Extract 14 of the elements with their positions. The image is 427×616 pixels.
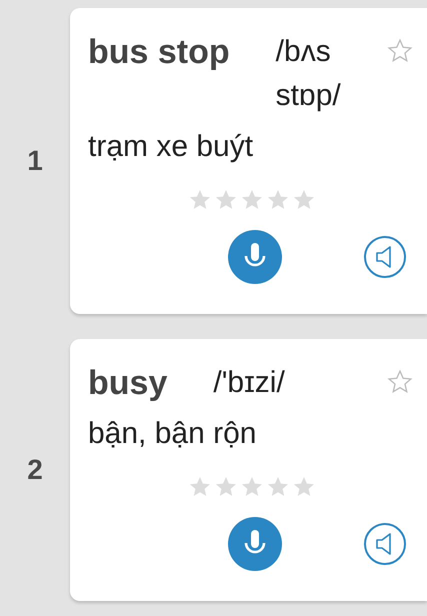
word-text: busy [88,363,168,404]
meaning-text: trạm xe buýt [88,129,254,165]
favorite-star-icon[interactable] [387,38,413,64]
phonetic-text: /'bɪzi/ [213,365,286,401]
microphone-button[interactable] [228,517,282,571]
favorite-star-icon[interactable] [387,369,413,395]
microphone-button[interactable] [228,230,282,284]
row-number: 1 [26,145,44,177]
row-number: 2 [26,454,44,486]
meaning-text: bận, bận rộn [88,416,258,452]
speaker-button[interactable] [364,236,406,278]
phonetic-text: /bʌs stɒp/ [276,34,342,114]
speaker-button[interactable] [364,523,406,565]
word-text: bus stop [88,32,230,73]
